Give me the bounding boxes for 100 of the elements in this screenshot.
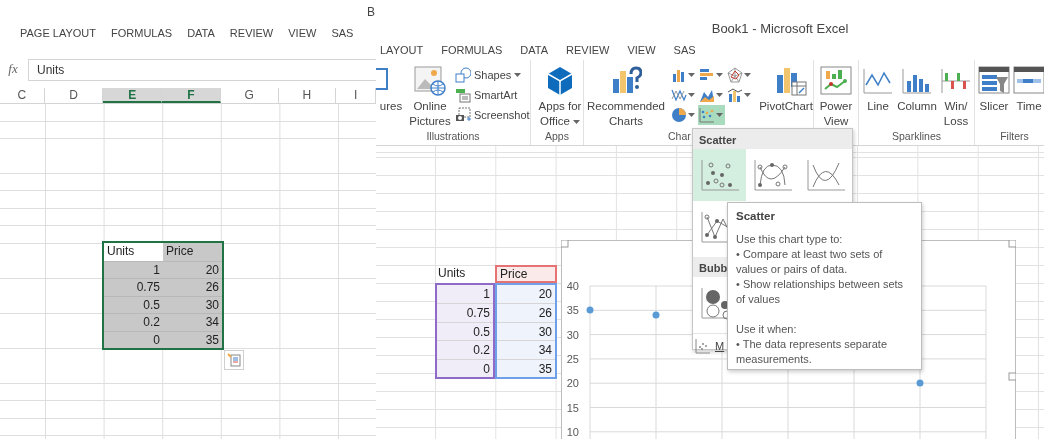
chart-type-button[interactable] bbox=[670, 105, 697, 125]
column-header[interactable]: E bbox=[103, 88, 163, 103]
table-cell-text: 1 bbox=[482, 286, 491, 303]
tooltip-text: Use it when: bbox=[736, 322, 798, 337]
caret-icon bbox=[744, 73, 751, 77]
camera-icon bbox=[455, 107, 471, 123]
caret-icon bbox=[688, 73, 695, 77]
table-cell: 0 bbox=[437, 358, 493, 377]
ribbon-button[interactable]: Online Pictures bbox=[407, 65, 453, 130]
paste-options-icon bbox=[224, 350, 244, 370]
bar-chart-icon bbox=[699, 67, 715, 83]
ribbon-tab[interactable]: VIEW bbox=[627, 41, 656, 59]
chart-option[interactable] bbox=[693, 149, 746, 201]
caret-icon bbox=[716, 93, 723, 97]
caret-icon bbox=[514, 73, 522, 77]
group-label: Apps bbox=[545, 130, 569, 143]
column-header[interactable]: G bbox=[220, 88, 279, 103]
table-cell: 0.2 bbox=[104, 313, 163, 331]
scatter-chart-icon bbox=[699, 107, 715, 123]
group-label: Char bbox=[668, 130, 691, 143]
picture-globe-icon bbox=[414, 65, 446, 97]
caret-icon bbox=[744, 93, 751, 97]
data-point[interactable] bbox=[652, 311, 660, 319]
ribbon-button[interactable]: Apps for Office bbox=[533, 65, 583, 130]
ribbon-tab[interactable]: REVIEW bbox=[566, 41, 610, 59]
resize-handle[interactable] bbox=[1008, 240, 1016, 248]
caret-icon bbox=[688, 93, 695, 97]
resize-handle[interactable] bbox=[1008, 372, 1016, 381]
ribbon-button[interactable]: Recommended Charts bbox=[586, 65, 666, 130]
table-cell-text: Units bbox=[437, 265, 467, 282]
shapes-icon bbox=[455, 67, 471, 83]
ribbon-tab[interactable]: FORMULAS bbox=[111, 24, 173, 42]
ribbon-button[interactable]: Screenshot bbox=[454, 105, 530, 125]
table-cell-text: 20 bbox=[537, 286, 553, 303]
group-label: Sparklines bbox=[892, 130, 941, 143]
scatter-chart-icon bbox=[695, 338, 711, 355]
tooltip-title: Scatter bbox=[736, 209, 776, 224]
column-header[interactable]: H bbox=[278, 88, 337, 103]
formula-input[interactable]: Units bbox=[28, 59, 376, 81]
ribbon-button[interactable]: Win/ Loss bbox=[939, 65, 973, 130]
ribbon-button[interactable]: Line bbox=[861, 65, 895, 130]
caret-icon bbox=[572, 119, 580, 124]
window-title: B bbox=[367, 4, 375, 20]
ribbon-tab[interactable]: LAYOUT bbox=[380, 41, 424, 59]
table-cell: 26 bbox=[163, 278, 222, 296]
y-axis-label: 15 bbox=[566, 401, 579, 414]
menu-header: Scatter bbox=[693, 129, 852, 149]
data-point[interactable] bbox=[586, 306, 594, 314]
ribbon-tab[interactable]: REVIEW bbox=[229, 24, 274, 42]
dashboard-chart-icon bbox=[820, 65, 852, 97]
resize-handle[interactable] bbox=[561, 240, 569, 248]
y-axis-label: 40 bbox=[566, 280, 579, 292]
table-cell: Price bbox=[163, 243, 222, 261]
ribbon-tab[interactable]: FORMULAS bbox=[441, 41, 503, 59]
chart-type-button[interactable] bbox=[698, 105, 725, 125]
more-charts-link[interactable]: M bbox=[715, 338, 725, 355]
ribbon-tab[interactable]: VIEW bbox=[288, 24, 317, 42]
y-axis-label: 30 bbox=[566, 328, 579, 341]
column-chart-icon bbox=[671, 67, 687, 83]
ribbon-tab[interactable]: PAGE LAYOUT bbox=[20, 24, 96, 42]
pie-chart-icon bbox=[671, 107, 687, 123]
table-cell: 0.2 bbox=[437, 340, 493, 359]
table-cell: 35 bbox=[497, 358, 555, 377]
column-header[interactable]: I bbox=[336, 88, 376, 103]
ribbon-tab[interactable]: DATA bbox=[187, 24, 215, 42]
column-header[interactable]: C bbox=[0, 88, 45, 103]
ribbon-button[interactable]: Column bbox=[896, 65, 938, 130]
combo-chart-icon bbox=[727, 87, 743, 103]
y-axis-label: 35 bbox=[566, 304, 579, 317]
chart-table-icon bbox=[775, 65, 807, 97]
timeline-icon bbox=[1013, 65, 1044, 97]
ribbon-button[interactable]: Shapes bbox=[454, 65, 530, 85]
ribbon-tab[interactable]: DATA bbox=[520, 41, 549, 59]
chart-type-button[interactable] bbox=[726, 65, 753, 85]
caret-icon bbox=[716, 73, 723, 77]
column-header[interactable]: F bbox=[162, 88, 221, 103]
table-cell: 34 bbox=[163, 313, 222, 331]
insert-function-label[interactable]: fx bbox=[0, 59, 26, 81]
ribbon-tab[interactable]: SAS bbox=[673, 41, 696, 59]
caret-icon bbox=[716, 113, 723, 117]
scatter-chart-icon bbox=[698, 157, 741, 193]
smartart-icon bbox=[455, 87, 471, 103]
y-axis-label: 25 bbox=[566, 352, 579, 365]
ribbon-button[interactable]: ures bbox=[376, 65, 406, 130]
ribbon-button[interactable]: Power View bbox=[816, 65, 856, 130]
tooltip-text: • Show relationships between sets of values bbox=[736, 277, 905, 307]
selection-range[interactable]: Units Price 1 20 0.75 26 0.5 30 0.2 34 0 35 bbox=[104, 243, 222, 348]
tooltip-text: Use this chart type to: bbox=[736, 232, 844, 247]
table-cell: 26 bbox=[497, 303, 555, 322]
table-cell: 30 bbox=[497, 321, 555, 341]
ribbon-button[interactable]: Slicer bbox=[977, 65, 1011, 130]
table-cell: 0.75 bbox=[437, 303, 493, 322]
y-axis-label: 10 bbox=[566, 425, 579, 438]
ribbon-button[interactable]: Time bbox=[1012, 65, 1044, 130]
ribbon-tab[interactable]: SAS bbox=[331, 24, 354, 42]
table-cell: 34 bbox=[497, 340, 555, 359]
window-title: Book1 - Microsoft Excel bbox=[711, 20, 849, 38]
radar-chart-icon bbox=[727, 67, 743, 83]
data-point[interactable] bbox=[916, 379, 924, 387]
ribbon-button[interactable]: SmartArt bbox=[454, 85, 530, 105]
